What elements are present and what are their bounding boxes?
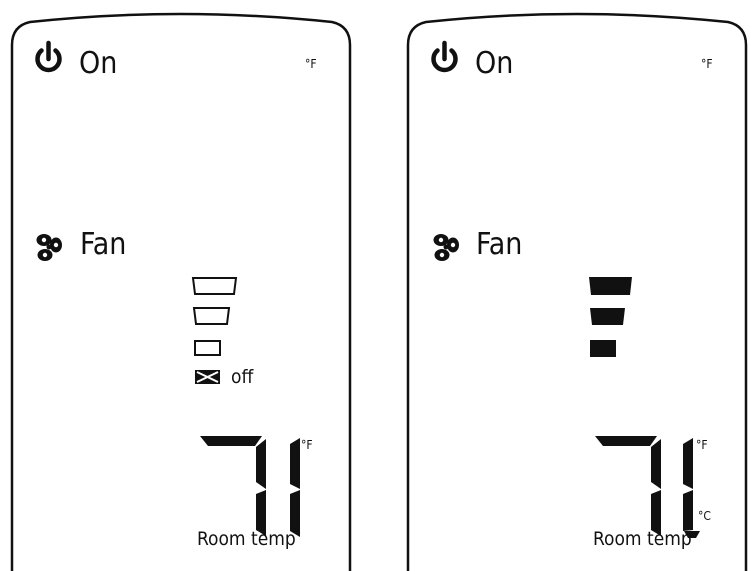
- temp-unit-f: °F: [696, 438, 708, 452]
- unit-indicator-top: °F: [701, 57, 713, 71]
- temp-digit-1: [683, 438, 700, 538]
- fan-level-high[interactable]: [589, 277, 632, 295]
- temp-unit-c: °C: [698, 509, 711, 523]
- fan-level-medium[interactable]: [590, 308, 625, 325]
- fan-label: Fan: [476, 227, 523, 262]
- room-temp-label: Room temp: [593, 528, 692, 550]
- thermostat-display-fan-on-state: On °F Fan °F °C Room temp: [0, 0, 751, 571]
- fan-level-low[interactable]: [590, 340, 616, 357]
- display-frame-right: [406, 12, 748, 571]
- fan-icon: [433, 234, 459, 261]
- power-status-label: On: [475, 46, 514, 81]
- temp-digit-7: [595, 436, 661, 536]
- power-icon[interactable]: [431, 40, 458, 73]
